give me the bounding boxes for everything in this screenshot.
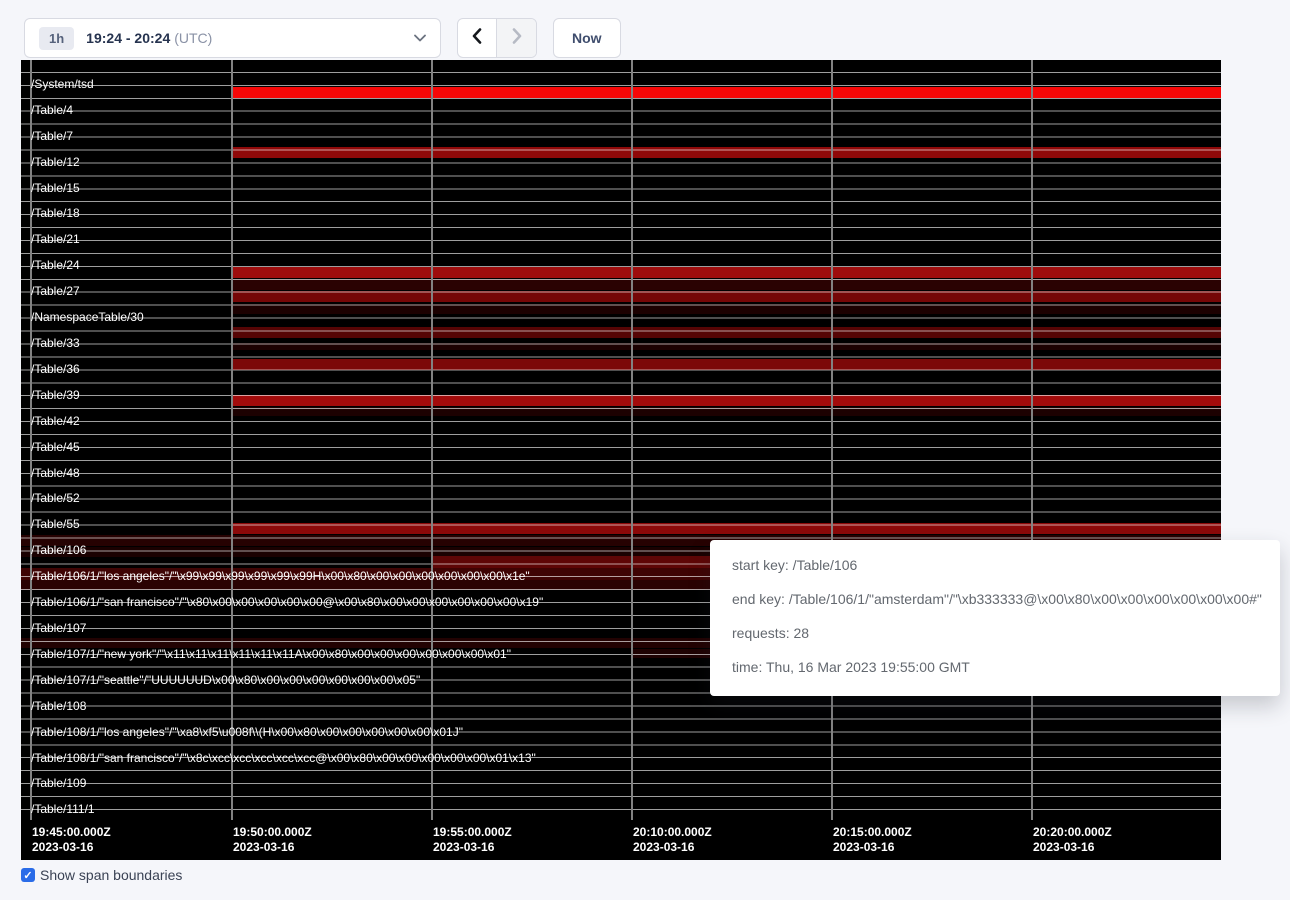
- x-axis-tick: 20:10:00.000Z2023-03-16: [633, 825, 712, 855]
- row-label: /Table/24: [31, 258, 80, 272]
- tick-time: 20:10:00.000Z: [633, 825, 712, 840]
- tooltip-line: time: Thu, 16 Mar 2023 19:55:00 GMT: [732, 650, 1264, 684]
- tick-date: 2023-03-16: [32, 840, 111, 855]
- row-label: /Table/21: [31, 232, 80, 246]
- row-label: /Table/48: [31, 466, 80, 480]
- chevron-right-icon: [512, 28, 522, 49]
- chevron-down-icon: [414, 34, 426, 42]
- x-axis-tick: 19:50:00.000Z2023-03-16: [233, 825, 312, 855]
- row-label: /Table/12: [31, 155, 80, 169]
- row-label: /Table/4: [31, 103, 73, 117]
- row-label: /Table/108: [31, 699, 86, 713]
- timezone-label: (UTC): [174, 30, 212, 46]
- row-labels-layer: /System/tsd/Table/4/Table/7/Table/12/Tab…: [21, 60, 1221, 820]
- tick-time: 19:45:00.000Z: [32, 825, 111, 840]
- row-label: /Table/45: [31, 440, 80, 454]
- tick-time: 20:15:00.000Z: [833, 825, 912, 840]
- row-label: /Table/107: [31, 621, 86, 635]
- row-label: /Table/107/1/"seattle"/"UUUUUUD\x00\x80\…: [31, 673, 420, 687]
- show-span-boundaries-label: Show span boundaries: [40, 867, 182, 883]
- x-axis-tick: 19:55:00.000Z2023-03-16: [433, 825, 512, 855]
- x-axis-tick: 20:20:00.000Z2023-03-16: [1033, 825, 1112, 855]
- tooltip-line: requests: 28: [732, 616, 1264, 650]
- row-label: /NamespaceTable/30: [31, 310, 144, 324]
- row-label: /Table/106: [31, 543, 86, 557]
- row-label: /Table/55: [31, 517, 80, 531]
- next-time-button[interactable]: [497, 19, 536, 57]
- chevron-left-icon: [472, 28, 482, 49]
- tick-date: 2023-03-16: [1033, 840, 1112, 855]
- row-label: /Table/36: [31, 362, 80, 376]
- row-label: /Table/107/1/"new york"/"\x11\x11\x11\x1…: [31, 647, 511, 661]
- tick-date: 2023-03-16: [633, 840, 712, 855]
- tick-date: 2023-03-16: [833, 840, 912, 855]
- tick-time: 19:55:00.000Z: [433, 825, 512, 840]
- row-label: /Table/111/1: [31, 802, 95, 816]
- time-preset-chip: 1h: [39, 27, 74, 50]
- tick-time: 19:50:00.000Z: [233, 825, 312, 840]
- span-tooltip: start key: /Table/106end key: /Table/106…: [710, 540, 1280, 696]
- row-label: /System/tsd: [31, 77, 94, 91]
- key-visualizer: /System/tsd/Table/4/Table/7/Table/12/Tab…: [21, 60, 1221, 860]
- tick-date: 2023-03-16: [433, 840, 512, 855]
- row-label: /Table/7: [31, 129, 73, 143]
- previous-time-button[interactable]: [458, 19, 497, 57]
- row-label: /Table/18: [31, 206, 80, 220]
- row-label: /Table/106/1/"san francisco"/"\x80\x00\x…: [31, 595, 543, 609]
- time-controls-bar: 1h 19:24 - 20:24(UTC) Now: [24, 18, 621, 58]
- row-label: /Table/33: [31, 336, 80, 350]
- row-label: /Table/39: [31, 388, 80, 402]
- time-nav-group: [457, 18, 537, 58]
- time-range-selector[interactable]: 1h 19:24 - 20:24(UTC): [24, 18, 441, 58]
- row-label: /Table/108/1/"san francisco"/"\x8c\xcc\x…: [31, 751, 536, 765]
- heatmap-plot[interactable]: /System/tsd/Table/4/Table/7/Table/12/Tab…: [21, 60, 1221, 820]
- time-range-text: 19:24 - 20:24(UTC): [86, 30, 212, 46]
- now-button[interactable]: Now: [553, 18, 621, 58]
- row-label: /Table/27: [31, 284, 80, 298]
- row-label: /Table/106/1/"los angeles"/"\x99\x99\x99…: [31, 569, 530, 583]
- row-label: /Table/42: [31, 414, 80, 428]
- row-label: /Table/52: [31, 491, 80, 505]
- x-axis-tick: 19:45:00.000Z2023-03-16: [32, 825, 111, 855]
- tick-time: 20:20:00.000Z: [1033, 825, 1112, 840]
- tooltip-line: end key: /Table/106/1/"amsterdam"/"\xb33…: [732, 582, 1264, 616]
- row-label: /Table/109: [31, 776, 86, 790]
- row-label: /Table/108/1/"los angeles"/"\xa8\xf5\u00…: [31, 725, 463, 739]
- footer-controls: ✓ Show span boundaries: [21, 867, 182, 883]
- show-span-boundaries-checkbox[interactable]: ✓: [21, 868, 35, 882]
- x-axis-tick: 20:15:00.000Z2023-03-16: [833, 825, 912, 855]
- time-axis: 19:45:00.000Z2023-03-1619:50:00.000Z2023…: [21, 820, 1221, 860]
- tick-date: 2023-03-16: [233, 840, 312, 855]
- tooltip-line: start key: /Table/106: [732, 548, 1264, 582]
- row-label: /Table/15: [31, 181, 80, 195]
